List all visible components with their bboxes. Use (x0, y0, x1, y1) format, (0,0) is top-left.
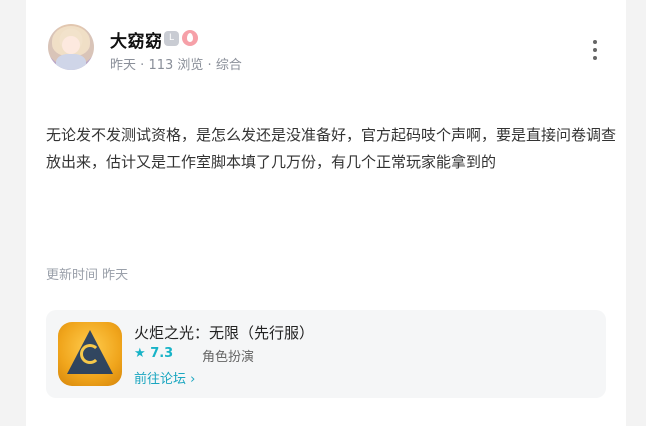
forum-link-label[interactable]: 前往论坛 (134, 372, 186, 387)
game-card[interactable]: 火炬之光：无限（先行服） ★ 7.3 角色扮演 前往论坛 › (46, 310, 606, 398)
avatar-dress (56, 54, 86, 70)
post-views: 113 浏览 (148, 58, 204, 73)
star-icon: ★ (134, 346, 146, 361)
post-time: 昨天 (110, 58, 137, 73)
rating-value: 7.3 (150, 346, 174, 361)
go-to-forum-link[interactable]: 前往论坛 › (134, 368, 195, 387)
meta-separator: · (140, 58, 145, 73)
update-info: 更新时间 昨天 (46, 264, 128, 283)
post-card: 大窈窈 L 昨天 · 113 浏览 · 综合 无论发不发测试资格，是怎么发还是没… (26, 0, 626, 426)
more-options-icon[interactable] (592, 40, 598, 62)
game-title[interactable]: 火炬之光：无限（先行服） (134, 322, 314, 343)
post-meta: 昨天 · 113 浏览 · 综合 (110, 54, 242, 73)
level-badge-icon: L (164, 31, 179, 46)
game-icon[interactable] (58, 322, 122, 386)
author-avatar[interactable] (48, 24, 94, 70)
post-content: 无论发不发测试资格，是怎么发还是没准备好，官方起码吱个声啊，要是直接问卷调查放出… (46, 126, 617, 171)
meta-separator: · (207, 58, 212, 73)
post-category[interactable]: 综合 (216, 58, 242, 73)
author-name[interactable]: 大窈窈 (110, 27, 163, 52)
update-time: 昨天 (102, 268, 129, 283)
game-genre: 角色扮演 (202, 350, 255, 365)
avatar-face (62, 36, 80, 54)
update-label: 更新时间 (46, 268, 99, 283)
chevron-right-icon: › (190, 372, 196, 387)
fire-badge-icon (182, 30, 198, 46)
game-rating: ★ 7.3 (134, 346, 173, 361)
